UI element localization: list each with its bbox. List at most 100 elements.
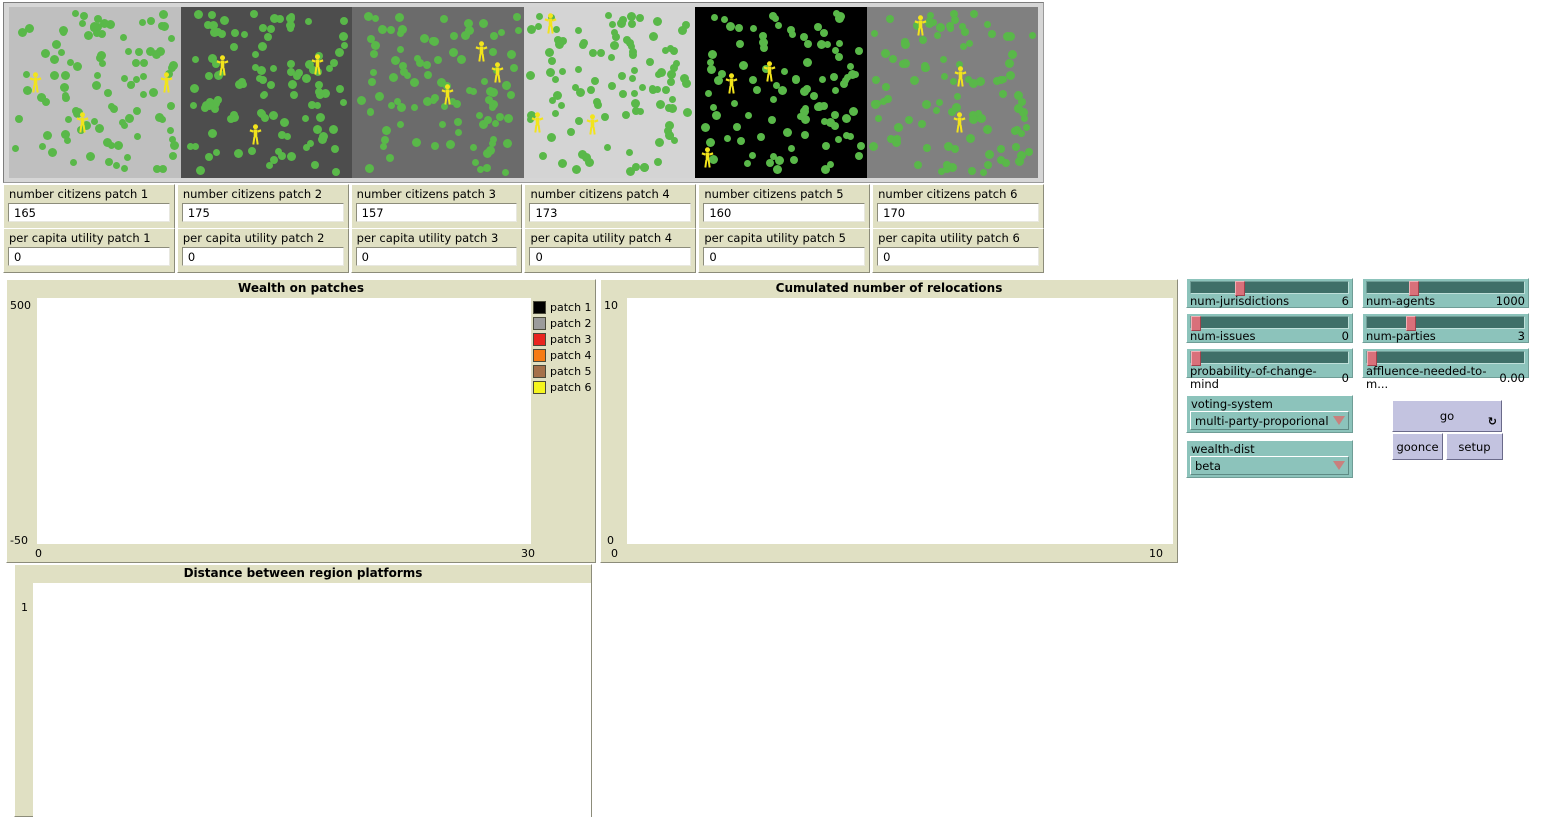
slider-probability-of-change-mind[interactable]: probability-of-change-mind 0 [1186,348,1353,391]
go-button-label: go [1439,409,1455,423]
slider-thumb[interactable] [1191,351,1201,366]
slider-value: 1000 [1495,294,1525,308]
plot-distance-region-platforms: Distance between region platforms 1 [14,564,592,817]
monitor-value: 157 [355,203,518,222]
x-tick-min: 0 [35,547,42,560]
monitor-label: number citizens patch 2 [182,187,323,201]
monitor-label: number citizens patch 6 [878,187,1018,201]
slider-track[interactable] [1366,351,1525,366]
slider-label: num-issues [1190,329,1256,343]
monitor-value: 175 [181,203,344,222]
monitor-label: number citizens patch 5 [704,187,844,201]
chooser-wealth-dist[interactable]: wealth-dist beta [1186,440,1353,478]
monitor-label: per capita utility patch 3 [356,231,499,245]
x-tick-min: 0 [611,547,618,560]
legend-label: patch 2 [550,316,592,330]
setup-button[interactable]: setup [1446,433,1503,460]
plot-title: Wealth on patches [238,281,364,295]
legend-item: patch 1 [533,299,593,315]
slider-value: 3 [1517,329,1525,343]
monitor-utility-3: per capita utility patch 3 0 [350,228,523,273]
slider-thumb[interactable] [1234,281,1245,296]
slider-thumb[interactable] [1191,316,1201,331]
monitor-citizens-6: number citizens patch 6 170 [872,184,1044,229]
legend-label: patch 1 [550,300,592,314]
monitor-label: per capita utility patch 6 [878,231,1020,245]
y-tick-max: 500 [10,299,31,312]
monitor-utility-4: per capita utility patch 4 0 [524,228,697,273]
monitor-label: per capita utility patch 4 [530,231,673,245]
slider-thumb[interactable] [1367,351,1377,366]
chooser-label: voting-system [1191,397,1273,411]
slider-label: num-parties [1366,329,1436,343]
monitor-value: 0 [529,247,692,266]
forever-loop-icon: ↻ [1487,415,1497,428]
legend-swatch [533,316,546,330]
plot-wealth-on-patches: Wealth on patches 500 -50 0 30 patch 1 pa… [6,279,596,563]
chooser-value: multi-party-proporional [1195,413,1329,428]
legend-item: patch 2 [533,315,593,331]
slider-value: 6 [1341,294,1349,308]
monitor-citizens-1: number citizens patch 1 165 [3,184,175,229]
slider-track[interactable] [1190,351,1349,366]
x-tick-max: 30 [521,547,535,560]
monitor-utility-2: per capita utility patch 2 0 [176,228,349,273]
chooser-voting-system[interactable]: voting-system multi-party-proporional [1186,395,1353,433]
world-patch-2[interactable] [180,7,352,178]
slider-affluence-needed-to-move[interactable]: affluence-needed-to-m... 0.00 [1362,348,1529,391]
chooser-label: wealth-dist [1191,442,1255,456]
legend-swatch [533,300,546,314]
goonce-button[interactable]: goonce [1392,433,1443,460]
slider-thumb[interactable] [1409,281,1420,296]
monitor-label: number citizens patch 3 [356,187,496,201]
chooser-box[interactable]: multi-party-proporional [1190,411,1349,430]
world-patches[interactable] [9,7,1038,178]
monitor-value: 0 [703,247,866,266]
world-patch-3[interactable] [352,7,524,178]
slider-track[interactable] [1366,281,1525,296]
go-button[interactable]: go ↻ [1392,400,1502,432]
slider-num-jurisdictions[interactable]: num-jurisdictions 6 [1186,278,1353,308]
plot-canvas [37,298,531,544]
world-view[interactable] [3,2,1044,183]
x-tick-max: 10 [1149,547,1163,560]
slider-track[interactable] [1190,316,1349,331]
monitor-label: per capita utility patch 2 [182,231,325,245]
y-tick-min: 0 [607,534,614,547]
slider-label: num-jurisdictions [1190,294,1290,308]
chevron-down-icon[interactable] [1333,461,1345,470]
y-tick-min: -50 [10,534,28,547]
netlogo-interface: number citizens patch 1 165 number citizen… [0,0,1551,817]
setup-button-label: setup [1458,439,1491,454]
chooser-box[interactable]: beta [1190,456,1349,475]
slider-value: 0.00 [1499,370,1525,385]
world-patch-6[interactable] [866,7,1038,178]
slider-num-issues[interactable]: num-issues 0 [1186,313,1353,343]
y-tick-max: 10 [604,299,618,312]
monitor-value: 173 [529,203,692,222]
slider-label: num-agents [1366,294,1436,308]
monitor-value: 170 [877,203,1039,222]
legend-swatch [533,380,546,394]
monitor-label: per capita utility patch 1 [9,231,151,245]
legend-label: patch 3 [550,332,592,346]
monitor-label: number citizens patch 1 [9,187,149,201]
world-patch-4[interactable] [523,7,695,178]
world-patch-1[interactable] [9,7,181,178]
y-tick-max: 1 [21,601,28,614]
slider-thumb[interactable] [1406,316,1417,331]
world-patch-5[interactable] [695,7,867,178]
slider-track[interactable] [1190,281,1349,296]
slider-num-agents[interactable]: num-agents 1000 [1362,278,1529,308]
legend-label: patch 5 [550,364,592,378]
monitor-citizens-3: number citizens patch 3 157 [350,184,523,229]
legend-swatch [533,332,546,346]
monitor-value: 0 [355,247,518,266]
monitor-citizens-2: number citizens patch 2 175 [176,184,349,229]
legend-swatch [533,348,546,362]
slider-value: 0 [1341,329,1349,343]
slider-track[interactable] [1366,316,1525,331]
chevron-down-icon[interactable] [1333,416,1345,425]
slider-num-parties[interactable]: num-parties 3 [1362,313,1529,343]
plot-title: Distance between region platforms [183,566,423,580]
